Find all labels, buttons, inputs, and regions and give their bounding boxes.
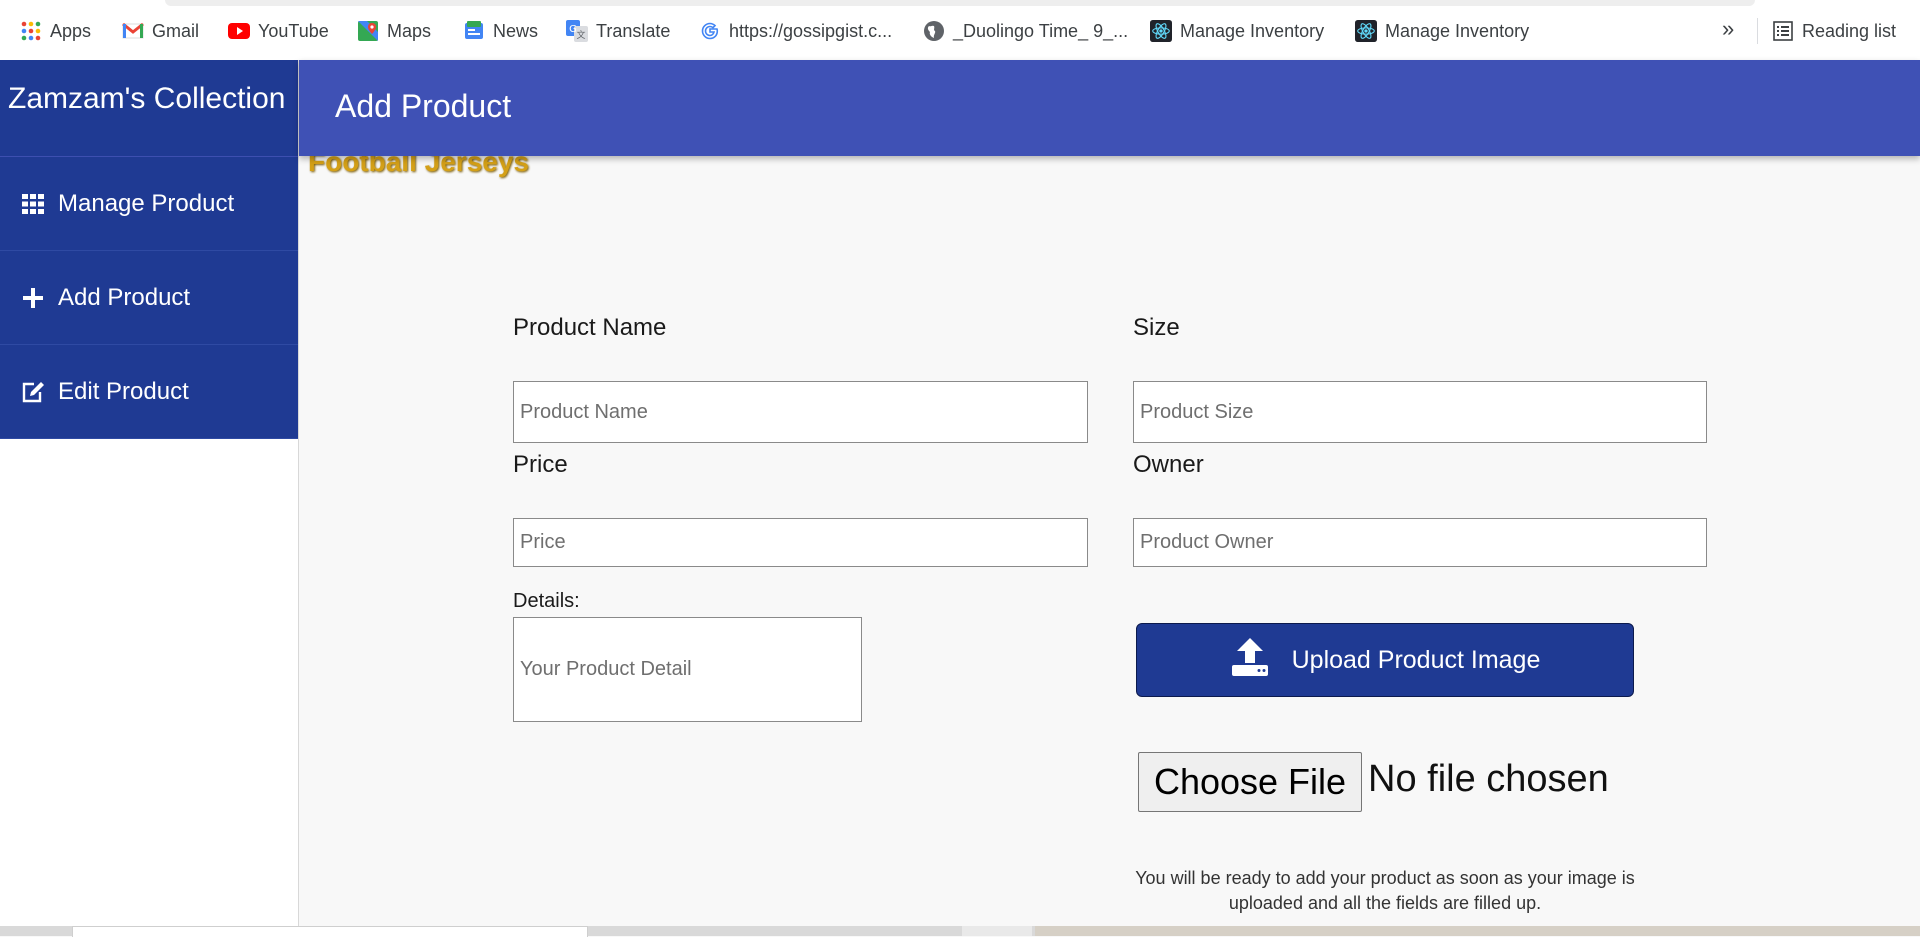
grid-icon xyxy=(20,191,46,217)
product-name-label: Product Name xyxy=(513,314,667,341)
edit-icon xyxy=(20,379,46,405)
reading-list-label: Reading list xyxy=(1802,20,1897,41)
brand-name: Zamzam's Collection xyxy=(8,82,286,115)
address-bar-edge xyxy=(165,0,1755,6)
news-icon xyxy=(463,20,485,42)
bookmark-manage-inventory[interactable]: Manage Inventory xyxy=(1355,18,1529,44)
google-icon xyxy=(699,20,721,42)
gmail-icon xyxy=(122,20,144,42)
bookmark-label: Apps xyxy=(50,20,92,41)
react-icon xyxy=(1355,20,1377,42)
svg-text:文: 文 xyxy=(576,29,585,41)
price-input[interactable] xyxy=(513,518,1088,567)
bookmark-news[interactable]: News xyxy=(463,18,538,44)
youtube-icon xyxy=(228,20,250,42)
sidebar-item-add-product[interactable]: Add Product xyxy=(0,251,298,345)
bookmark-label: Translate xyxy=(596,20,671,41)
product-detail-input[interactable] xyxy=(513,617,862,722)
sidebar-nav: Manage Product Add Product Edit Product xyxy=(0,157,298,439)
owner-label: Owner xyxy=(1133,451,1204,478)
sidebar-item-edit-product[interactable]: Edit Product xyxy=(0,345,298,439)
product-owner-input[interactable] xyxy=(1133,518,1707,567)
choose-file-button[interactable]: Choose File xyxy=(1138,752,1362,812)
bookmark-label: YouTube xyxy=(258,20,329,41)
bottom-strip-segment xyxy=(1035,926,1920,936)
bookmark-youtube[interactable]: YouTube xyxy=(228,18,329,44)
sidebar-item-manage-product[interactable]: Manage Product xyxy=(0,157,298,251)
reading-list-icon xyxy=(1772,20,1794,42)
sidebar: Zamzam's Collection Manage Product Add P… xyxy=(0,60,299,936)
bookmark-label: Gmail xyxy=(152,20,200,41)
upload-button-label: Upload Product Image xyxy=(1291,645,1541,674)
bookmark-maps[interactable]: Maps xyxy=(357,18,431,44)
bookmark-label: News xyxy=(493,20,539,41)
bookmark-translate[interactable]: G 文 Translate xyxy=(566,18,670,44)
bottom-strip-segment xyxy=(962,926,1032,936)
product-size-input[interactable] xyxy=(1133,381,1707,443)
bookmark-apps[interactable]: Apps xyxy=(20,18,91,44)
file-status-text: No file chosen xyxy=(1368,758,1609,800)
details-label: Details: xyxy=(513,590,580,612)
page-header: Add Product xyxy=(299,60,1920,156)
bookmark-gossipgist[interactable]: https://gossipgist.c... xyxy=(699,18,892,44)
price-label: Price xyxy=(513,451,568,478)
bottom-tab xyxy=(72,926,588,937)
bookmark-manage-inventory[interactable]: Manage Inventory xyxy=(1150,18,1324,44)
translate-icon: G 文 xyxy=(566,20,588,42)
bookmark-duolingo[interactable]: _Duolingo Time_ 9_... xyxy=(923,18,1128,44)
sidebar-item-label: Add Product xyxy=(58,283,191,311)
bookmark-label: Manage Inventory xyxy=(1385,20,1530,41)
bookmark-label: https://gossipgist.c... xyxy=(729,20,893,41)
bottom-strip xyxy=(0,926,1920,937)
bookmark-label: _Duolingo Time_ 9_... xyxy=(953,20,1129,41)
page-title: Add Product xyxy=(335,88,512,124)
size-label: Size xyxy=(1133,314,1180,341)
react-icon xyxy=(1150,20,1172,42)
apps-grid-icon xyxy=(20,20,42,42)
instructions-text: You will be ready to add your product as… xyxy=(1135,868,1635,913)
upload-icon xyxy=(1230,637,1270,683)
bookmarks-divider xyxy=(1757,18,1758,44)
bookmark-gmail[interactable]: Gmail xyxy=(122,18,199,44)
brand-header: Zamzam's Collection xyxy=(0,60,298,157)
product-name-input[interactable] xyxy=(513,381,1088,443)
globe-icon xyxy=(923,20,945,42)
bookmark-label: Maps xyxy=(387,20,432,41)
bookmarks-bar: Apps Gmail YouTube Maps News G 文 Transla… xyxy=(0,0,1920,61)
reading-list-button[interactable]: Reading list xyxy=(1772,18,1896,44)
sidebar-item-label: Manage Product xyxy=(58,189,235,217)
maps-icon xyxy=(357,20,379,42)
bookmark-label: Manage Inventory xyxy=(1180,20,1325,41)
sidebar-item-label: Edit Product xyxy=(58,377,189,405)
upload-image-button[interactable]: Upload Product Image xyxy=(1136,623,1634,697)
plus-icon xyxy=(20,285,46,311)
more-bookmarks-button[interactable]: » xyxy=(1722,16,1734,42)
